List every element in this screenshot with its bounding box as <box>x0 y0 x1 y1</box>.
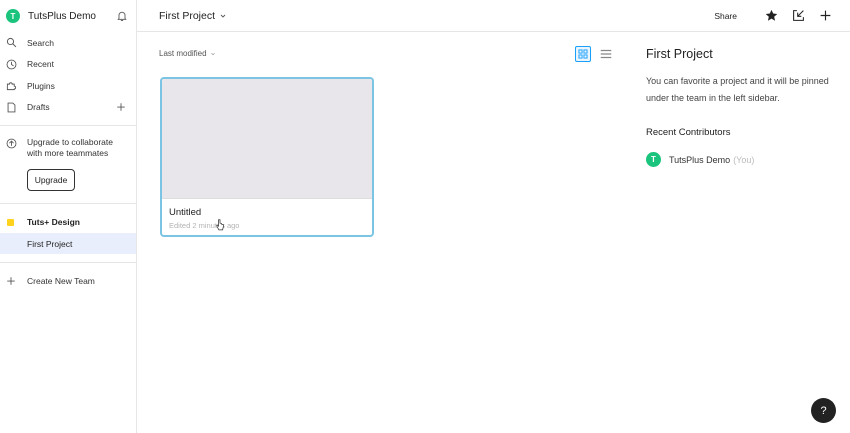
sidebar-item-drafts[interactable]: Drafts <box>0 97 136 119</box>
file-thumbnail <box>162 79 372 199</box>
file-name: Untitled <box>169 207 202 218</box>
upgrade-text: Upgrade to collaborate with more teammat… <box>27 137 114 158</box>
sidebar: T TutsPlus Demo Search Recent Plugins Dr… <box>0 0 137 433</box>
sort-dropdown[interactable]: Last modified <box>159 49 216 58</box>
clock-icon <box>6 59 17 70</box>
team-item-label: Tuts+ Design <box>27 217 80 227</box>
team-avatar: T <box>6 9 20 23</box>
recent-contributors-heading: Recent Contributors <box>646 127 731 138</box>
sidebar-item-recent[interactable]: Recent <box>0 54 136 76</box>
upgrade-button[interactable]: Upgrade <box>27 169 75 191</box>
help-button[interactable]: ? <box>811 398 836 423</box>
sidebar-item-label: Search <box>27 37 54 48</box>
star-icon[interactable] <box>765 9 778 22</box>
divider <box>0 125 136 126</box>
team-header[interactable]: T TutsPlus Demo <box>0 0 136 32</box>
chevron-down-icon <box>220 14 226 18</box>
import-icon[interactable] <box>792 9 805 22</box>
add-draft-icon[interactable] <box>116 102 126 112</box>
sort-label: Last modified <box>159 49 207 58</box>
sidebar-team-item[interactable]: Tuts+ Design <box>0 211 136 233</box>
project-title: First Project <box>159 9 216 22</box>
create-team-button[interactable]: Create New Team <box>0 270 136 292</box>
project-item-label: First Project <box>27 238 73 249</box>
plus-icon[interactable] <box>819 9 832 22</box>
sidebar-project-item[interactable]: First Project <box>0 233 136 254</box>
grid-view-button[interactable] <box>575 46 591 62</box>
panel-description: You can favorite a project and it will b… <box>646 76 829 103</box>
list-view-icon[interactable] <box>599 47 613 61</box>
mouse-cursor-icon <box>216 219 224 231</box>
file-browser: Last modified Untitled Edited 2 minutes … <box>137 33 620 433</box>
sidebar-item-label: Recent <box>27 59 54 70</box>
sidebar-item-label: Drafts <box>27 102 50 113</box>
search-icon <box>6 38 17 48</box>
plugin-icon <box>6 82 17 91</box>
arrow-up-circle-icon <box>6 138 17 149</box>
divider <box>0 203 136 204</box>
divider <box>0 262 136 263</box>
contributor-you-tag: (You) <box>733 154 755 165</box>
file-edited-time: Edited 2 minutes ago <box>169 221 240 230</box>
sidebar-item-plugins[interactable]: Plugins <box>0 75 136 97</box>
sidebar-item-search[interactable]: Search <box>0 32 136 54</box>
upgrade-box: Upgrade to collaborate with more teammat… <box>0 133 136 159</box>
contributor-name: TutsPlus Demo <box>669 154 731 165</box>
share-button[interactable]: Share <box>714 11 737 21</box>
file-icon <box>7 102 16 113</box>
grid-icon <box>578 49 588 59</box>
sidebar-item-label: Plugins <box>27 80 55 91</box>
project-title-dropdown[interactable]: First Project <box>159 10 227 22</box>
create-team-label: Create New Team <box>27 276 95 286</box>
team-color-dot <box>7 218 14 226</box>
bell-icon[interactable] <box>116 10 128 22</box>
header: First Project Share <box>137 0 850 32</box>
team-name[interactable]: TutsPlus Demo <box>28 11 116 22</box>
panel-title: First Project <box>646 47 713 61</box>
plus-icon <box>7 277 15 285</box>
contributor-item: T TutsPlus Demo (You) <box>646 152 754 167</box>
chevron-down-icon <box>210 52 215 55</box>
header-actions: Share <box>714 9 832 22</box>
contributor-avatar: T <box>646 152 661 167</box>
file-card[interactable]: Untitled Edited 2 minutes ago <box>160 77 374 237</box>
